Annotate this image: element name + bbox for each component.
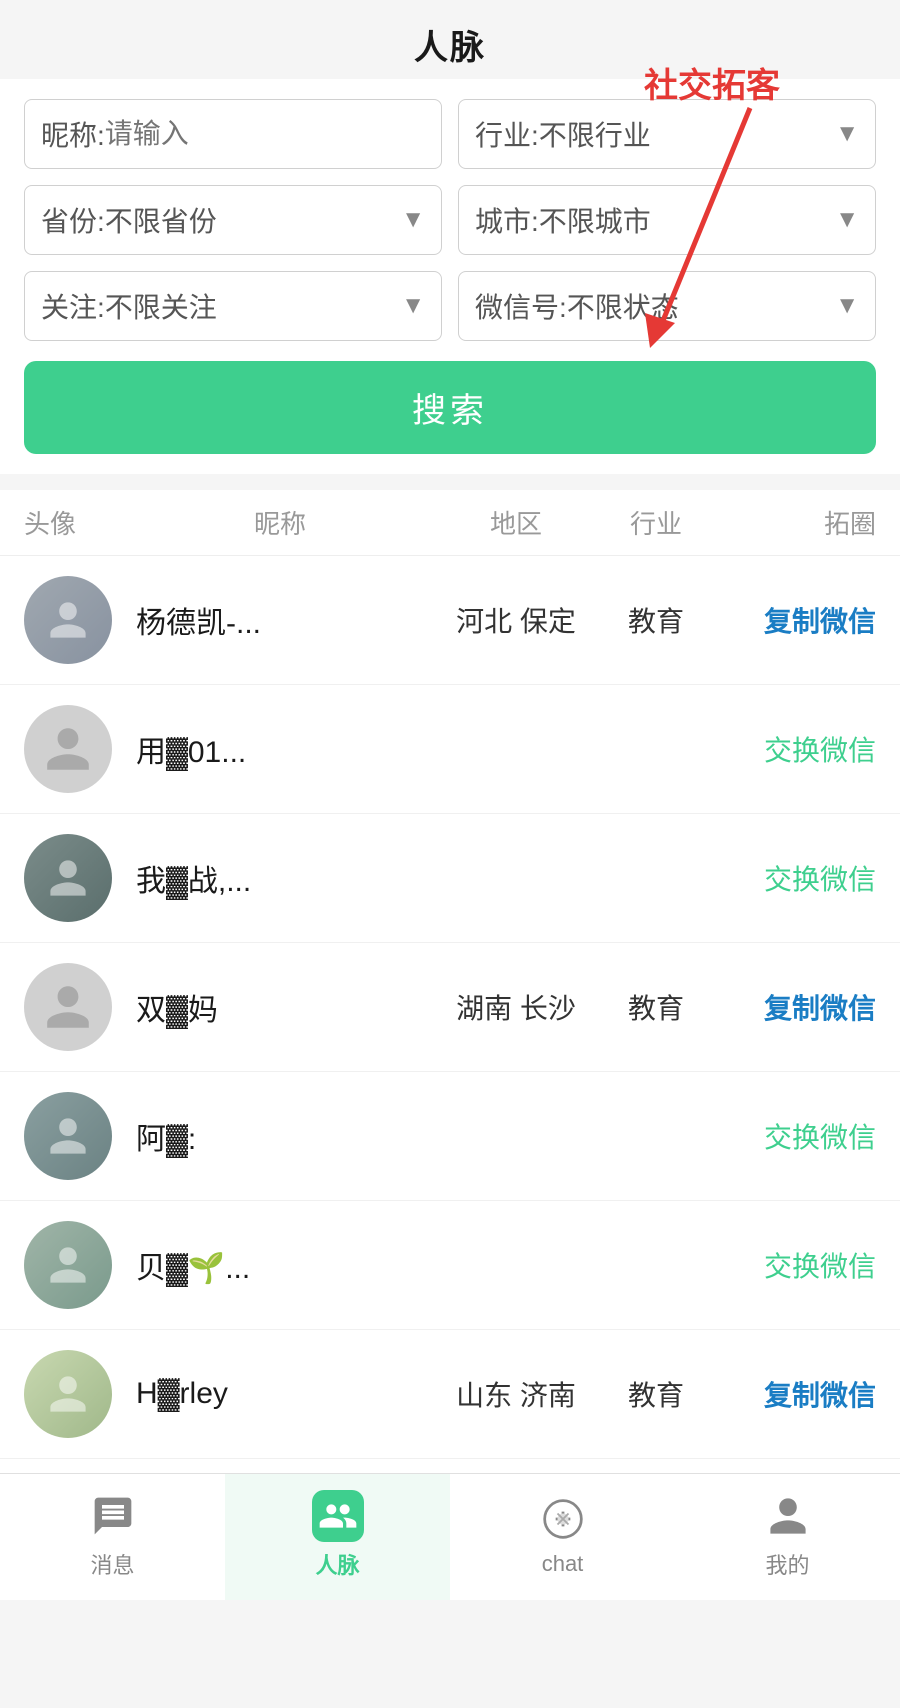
table-row: 贝▓🌱... 交换微信 bbox=[0, 1201, 900, 1330]
nickname-input[interactable] bbox=[105, 118, 425, 150]
industry-arrow-icon: ▼ bbox=[835, 120, 859, 148]
nickname-label: 昵称: bbox=[41, 114, 105, 154]
exchange-wechat-button[interactable]: 交换微信 bbox=[764, 1122, 876, 1153]
follow-filter[interactable]: 关注:不限关注 ▼ bbox=[24, 271, 442, 341]
user-region: 湖南 长沙 bbox=[436, 987, 596, 1027]
nickname-filter[interactable]: 昵称: bbox=[24, 99, 442, 169]
filter-row-1: 昵称: 行业:不限行业 ▼ bbox=[24, 99, 876, 169]
avatar bbox=[24, 1221, 124, 1309]
user-action-button[interactable]: 交换微信 bbox=[716, 1116, 876, 1156]
exchange-wechat-button[interactable]: 交换微信 bbox=[764, 1251, 876, 1282]
nav-icon-chat bbox=[537, 1493, 589, 1545]
nav-icon-messages bbox=[87, 1490, 139, 1542]
follow-label: 关注:不限关注 bbox=[41, 286, 217, 326]
user-industry: 教育 bbox=[596, 600, 716, 640]
wechat-arrow-icon: ▼ bbox=[835, 292, 859, 320]
industry-filter[interactable]: 行业:不限行业 ▼ bbox=[458, 99, 876, 169]
nav-label-chat: chat bbox=[542, 1551, 584, 1577]
filter-row-2: 省份:不限省份 ▼ 城市:不限城市 ▼ bbox=[24, 185, 876, 255]
avatar bbox=[24, 1092, 124, 1180]
nav-item-chat[interactable]: chat bbox=[450, 1474, 675, 1600]
col-header-region: 地区 bbox=[436, 504, 596, 541]
table-header: 头像 昵称 地区 行业 拓圈 bbox=[0, 490, 900, 556]
avatar bbox=[24, 705, 124, 793]
user-name: 双▓妈 bbox=[124, 985, 436, 1029]
nav-label-messages: 消息 bbox=[90, 1548, 134, 1580]
follow-arrow-icon: ▼ bbox=[401, 292, 425, 320]
wechat-filter[interactable]: 微信号:不限状态 ▼ bbox=[458, 271, 876, 341]
user-name: 贝▓🌱... bbox=[124, 1243, 436, 1287]
user-action-button[interactable]: 交换微信 bbox=[716, 858, 876, 898]
nav-item-messages[interactable]: 消息 bbox=[0, 1474, 225, 1600]
user-action-button[interactable]: 交换微信 bbox=[716, 1245, 876, 1285]
avatar bbox=[24, 963, 124, 1051]
city-label: 城市:不限城市 bbox=[475, 200, 651, 240]
copy-wechat-button[interactable]: 复制微信 bbox=[764, 1380, 876, 1411]
wechat-label: 微信号:不限状态 bbox=[475, 286, 679, 326]
nav-item-profile[interactable]: 我的 bbox=[675, 1474, 900, 1600]
col-header-industry: 行业 bbox=[596, 504, 716, 541]
exchange-wechat-button[interactable]: 交换微信 bbox=[764, 735, 876, 766]
page-title: 人脉 bbox=[0, 0, 900, 79]
user-region: 河北 保定 bbox=[436, 600, 596, 640]
copy-wechat-button[interactable]: 复制微信 bbox=[764, 606, 876, 637]
table-row: 用▓01... 交换微信 bbox=[0, 685, 900, 814]
user-action-button[interactable]: 复制微信 bbox=[716, 987, 876, 1027]
user-name: 我▓战,... bbox=[124, 856, 436, 900]
user-industry: 教育 bbox=[596, 1374, 716, 1414]
copy-wechat-button[interactable]: 复制微信 bbox=[764, 993, 876, 1024]
avatar bbox=[24, 1350, 124, 1438]
table-row: H▓rley山东 济南教育 复制微信 bbox=[0, 1330, 900, 1459]
user-action-button[interactable]: 交换微信 bbox=[716, 729, 876, 769]
province-filter[interactable]: 省份:不限省份 ▼ bbox=[24, 185, 442, 255]
nav-label-profile: 我的 bbox=[765, 1548, 809, 1580]
user-action-button[interactable]: 复制微信 bbox=[716, 1374, 876, 1414]
avatar bbox=[24, 576, 124, 664]
user-name: H▓rley bbox=[124, 1377, 436, 1411]
city-filter[interactable]: 城市:不限城市 ▼ bbox=[458, 185, 876, 255]
user-action-button[interactable]: 复制微信 bbox=[716, 600, 876, 640]
user-name: 杨德凯-... bbox=[124, 598, 436, 642]
user-region: 山东 济南 bbox=[436, 1374, 596, 1414]
user-list: 杨德凯-...河北 保定教育复制微信用▓01...交换微信我▓战,...交换微信… bbox=[0, 556, 900, 1588]
industry-label: 行业:不限行业 bbox=[475, 114, 651, 154]
nav-item-contacts[interactable]: 人脉 bbox=[225, 1474, 450, 1600]
nav-icon-contacts bbox=[312, 1490, 364, 1542]
col-header-action: 拓圈 bbox=[716, 504, 876, 541]
user-name: 阿▓: bbox=[124, 1114, 436, 1158]
filter-panel: 昵称: 行业:不限行业 ▼ 省份:不限省份 ▼ 城市:不限城市 ▼ 关注:不限关… bbox=[0, 79, 900, 474]
table-row: 杨德凯-...河北 保定教育 复制微信 bbox=[0, 556, 900, 685]
table-row: 双▓妈湖南 长沙教育 复制微信 bbox=[0, 943, 900, 1072]
col-header-name: 昵称 bbox=[124, 504, 436, 541]
exchange-wechat-button[interactable]: 交换微信 bbox=[764, 864, 876, 895]
filter-row-3: 关注:不限关注 ▼ 微信号:不限状态 ▼ bbox=[24, 271, 876, 341]
col-header-avatar: 头像 bbox=[24, 504, 124, 541]
province-label: 省份:不限省份 bbox=[41, 200, 217, 240]
search-button[interactable]: 搜索 bbox=[24, 361, 876, 454]
table-row: 我▓战,... 交换微信 bbox=[0, 814, 900, 943]
avatar bbox=[24, 834, 124, 922]
table-row: 阿▓: 交换微信 bbox=[0, 1072, 900, 1201]
nav-icon-profile bbox=[762, 1490, 814, 1542]
user-name: 用▓01... bbox=[124, 727, 436, 771]
city-arrow-icon: ▼ bbox=[835, 206, 859, 234]
province-arrow-icon: ▼ bbox=[401, 206, 425, 234]
user-industry: 教育 bbox=[596, 987, 716, 1027]
nav-label-contacts: 人脉 bbox=[315, 1548, 359, 1580]
bottom-navigation: 消息 人脉 chat 我的 bbox=[0, 1473, 900, 1600]
